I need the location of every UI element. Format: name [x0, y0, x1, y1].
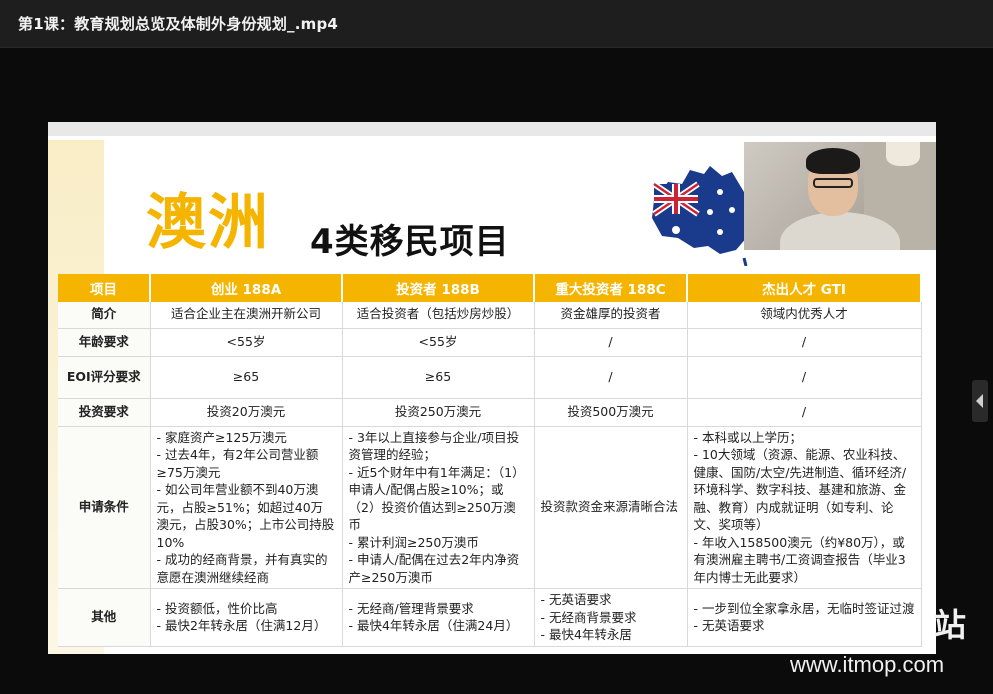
list-item: - 无经商/管理背景要求 — [348, 600, 474, 616]
table-cell: / — [687, 356, 922, 399]
watermark-site: www.itmop.com — [790, 652, 945, 677]
table-cell: - 本科或以上学历； - 10大领域（资源、能源、农业科技、健康、国防/太空/先… — [687, 426, 922, 589]
table-cell: / — [687, 328, 922, 357]
table-row: 申请条件 - 家庭资产≥125万澳元 - 过去4年，有2年公司营业额≥75万澳元… — [58, 426, 922, 589]
other-list-188a: - 投资额低，性价比高 - 最快2年转永居（住满12月） — [157, 600, 336, 635]
table-cell: 适合投资者（包括炒房炒股） — [342, 302, 535, 329]
watermark-glyph: 站 — [934, 606, 967, 644]
list-item: - 申请人/配偶在过去2年内净资产≥250万澳币 — [348, 552, 520, 585]
table-cell: 资金雄厚的投资者 — [534, 302, 688, 329]
table-cell: - 投资额低，性价比高 - 最快2年转永居（住满12月） — [150, 588, 343, 647]
immigration-table: 项目 创业 188A 投资者 188B 重大投资者 188C 杰出人才 GTI … — [58, 274, 922, 647]
table-cell: ≥65 — [342, 356, 535, 399]
list-item: - 家庭资产≥125万澳元 — [156, 429, 287, 445]
row-label: 简介 — [58, 302, 151, 329]
table-cell: 投资20万澳元 — [150, 398, 343, 427]
table-cell: ≥65 — [150, 356, 343, 399]
list-item: - 年收入158500澳元（约¥80万），或有澳洲雇主聘书/工资调查报告（毕业3… — [693, 534, 906, 585]
other-list-188b: - 无经商/管理背景要求 - 最快4年转永居（住满24月） — [349, 600, 528, 635]
list-item: - 最快2年转永居（住满12月） — [156, 618, 327, 634]
table-row: 简介 适合企业主在澳洲开新公司 适合投资者（包括炒房炒股） 资金雄厚的投资者 领… — [58, 302, 922, 329]
list-item: - 本科或以上学历； — [693, 429, 802, 445]
title-bar: 第1课：教育规划总览及体制外身份规划_.mp4 — [0, 0, 993, 48]
table-cell: <55岁 — [150, 328, 343, 357]
australia-flag-map-icon — [652, 166, 752, 266]
side-panel-toggle-icon[interactable] — [972, 380, 988, 422]
list-item: - 一步到位全家拿永居，无临时签证过渡 — [693, 600, 915, 616]
table-row: 年龄要求 <55岁 <55岁 / / — [58, 328, 922, 357]
slide-top-strip — [48, 122, 936, 136]
table-cell: 投资250万澳元 — [342, 398, 535, 427]
list-item: - 如公司年营业额不到40万澳元，占股≥51%；如超过40万澳元，占股30%；上… — [156, 482, 335, 550]
row-label: EOI评分要求 — [58, 356, 151, 399]
other-list-188c: - 无英语要求 - 无经商背景要求 - 最快4年转永居 — [541, 591, 681, 644]
table-header: 项目 — [58, 274, 151, 302]
table-row: EOI评分要求 ≥65 ≥65 / / — [58, 356, 922, 399]
table-header: 投资者 188B — [342, 274, 535, 302]
list-item: - 最快4年转永居 — [540, 627, 632, 642]
video-title: 第1课：教育规划总览及体制外身份规划_.mp4 — [18, 15, 339, 33]
presenter-webcam — [744, 142, 936, 250]
row-label: 申请条件 — [58, 426, 151, 589]
slide: 澳洲 4类移民项目 项目 创业 188A 投资者 188B 重大投资者 188C… — [48, 122, 936, 654]
slide-heading-country: 澳洲 — [146, 188, 270, 258]
list-item: - 无英语要求 — [540, 592, 612, 607]
list-item: - 投资额低，性价比高 — [156, 600, 278, 616]
table-header: 创业 188A — [150, 274, 343, 302]
apply-list-188b: - 3年以上直接参与企业/项目投资管理的经验； - 近5个财年中有1年满足：（1… — [349, 429, 528, 587]
table-header: 杰出人才 GTI — [687, 274, 922, 302]
table-cell: 适合企业主在澳洲开新公司 — [150, 302, 343, 329]
list-item: - 近5个财年中有1年满足：（1）申请人/配偶占股≥10%；或（2）投资价值达到… — [348, 464, 525, 533]
table-header: 重大投资者 188C — [534, 274, 688, 302]
slide-heading-subtitle: 4类移民项目 — [310, 222, 510, 262]
table-header-row: 项目 创业 188A 投资者 188B 重大投资者 188C 杰出人才 GTI — [58, 274, 922, 302]
apply-list-gti: - 本科或以上学历； - 10大领域（资源、能源、农业科技、健康、国防/太空/先… — [694, 429, 915, 587]
list-item: - 无经商背景要求 — [540, 609, 637, 625]
table-cell: / — [534, 328, 688, 357]
table-cell: <55岁 — [342, 328, 535, 357]
list-item: - 最快4年转永居（住满24月） — [348, 618, 519, 634]
table-cell: - 3年以上直接参与企业/项目投资管理的经验； - 近5个财年中有1年满足：（1… — [342, 426, 535, 589]
list-item: - 成功的经商背景，并有真实的意愿在澳洲继续经商 — [156, 552, 328, 585]
table-row: 投资要求 投资20万澳元 投资250万澳元 投资500万澳元 / — [58, 398, 922, 427]
table-cell: - 一步到位全家拿永居，无临时签证过渡 - 无英语要求 — [687, 588, 922, 647]
apply-list-188a: - 家庭资产≥125万澳元 - 过去4年，有2年公司营业额≥75万澳元 - 如公… — [157, 429, 336, 587]
table-cell: 投资500万澳元 — [534, 398, 688, 427]
row-label: 投资要求 — [58, 398, 151, 427]
table-cell: - 家庭资产≥125万澳元 - 过去4年，有2年公司营业额≥75万澳元 - 如公… — [150, 426, 343, 589]
table-cell: - 无英语要求 - 无经商背景要求 - 最快4年转永居 — [534, 588, 688, 647]
other-list-gti: - 一步到位全家拿永居，无临时签证过渡 - 无英语要求 — [694, 600, 915, 635]
table-cell: / — [534, 356, 688, 399]
list-item: - 10大领域（资源、能源、农业科技、健康、国防/太空/先进制造、循环经济/环境… — [693, 447, 907, 532]
list-item: - 累计利润≥250万澳币 — [348, 534, 479, 550]
table-cell: / — [687, 398, 922, 427]
table-row: 其他 - 投资额低，性价比高 - 最快2年转永居（住满12月） - 无经商/管理… — [58, 588, 922, 647]
table-cell: - 无经商/管理背景要求 - 最快4年转永居（住满24月） — [342, 588, 535, 647]
list-item: - 无英语要求 — [693, 618, 765, 634]
list-item: - 3年以上直接参与企业/项目投资管理的经验； — [348, 429, 520, 463]
table-cell: 领域内优秀人才 — [687, 302, 922, 329]
row-label: 年龄要求 — [58, 328, 151, 357]
list-item: - 过去4年，有2年公司营业额≥75万澳元 — [156, 447, 319, 480]
row-label: 其他 — [58, 588, 151, 647]
table-cell: 投资款资金来源清晰合法 — [534, 426, 688, 589]
